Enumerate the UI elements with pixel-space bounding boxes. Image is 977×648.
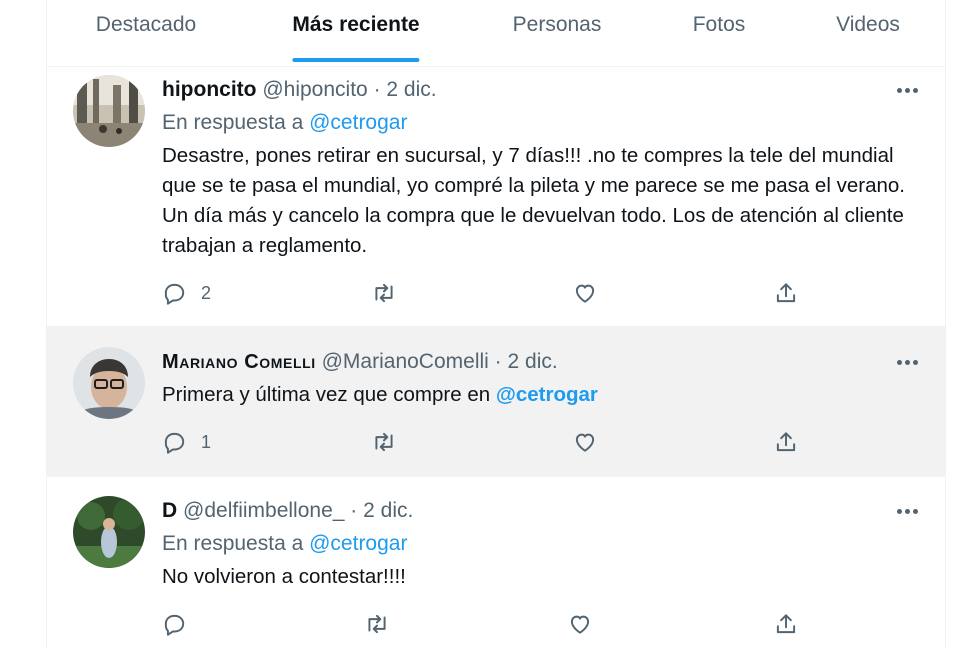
more-icon[interactable] xyxy=(893,501,921,521)
reply-button[interactable]: 2 xyxy=(161,273,211,313)
mention-link[interactable]: @cetrogar xyxy=(309,532,407,555)
reply-prefix: En respuesta a xyxy=(162,111,304,134)
search-tabs: Destacado Más reciente Personas Fotos Vi… xyxy=(47,0,945,67)
separator: · xyxy=(350,499,358,522)
tab-mas-reciente[interactable]: Más reciente xyxy=(292,0,420,66)
display-name[interactable]: hiponcito xyxy=(162,78,256,101)
tab-fotos[interactable]: Fotos xyxy=(693,0,746,66)
share-button[interactable] xyxy=(773,604,799,644)
tweet-header: D @delfiimbellone_ · 2 dic. xyxy=(162,498,413,524)
tab-label: Más reciente xyxy=(292,13,420,36)
timestamp[interactable]: 2 dic. xyxy=(386,78,436,101)
timestamp[interactable]: 2 dic. xyxy=(508,350,558,373)
reply-icon xyxy=(164,283,185,305)
reply-icon xyxy=(164,614,185,636)
reply-icon xyxy=(164,432,185,454)
retweet-button[interactable] xyxy=(371,273,397,313)
reply-count: 2 xyxy=(201,282,212,303)
like-icon xyxy=(575,284,595,303)
timeline-column: Destacado Más reciente Personas Fotos Vi… xyxy=(46,0,946,648)
tab-label: Fotos xyxy=(692,13,746,36)
retweet-icon xyxy=(368,614,386,634)
active-tab-indicator xyxy=(292,58,420,62)
more-icon[interactable] xyxy=(893,80,921,100)
tab-label: Personas xyxy=(512,13,602,36)
display-name[interactable]: D xyxy=(162,499,177,522)
reply-button[interactable] xyxy=(161,604,187,644)
tweet-text-prefix: Primera y última vez que compre en xyxy=(162,383,491,406)
like-icon xyxy=(575,433,595,452)
user-handle[interactable]: @MarianoComelli xyxy=(322,350,489,373)
reply-prefix: En respuesta a xyxy=(162,532,304,555)
user-handle[interactable]: @hiponcito xyxy=(262,78,367,101)
like-icon xyxy=(570,615,590,634)
tab-label: Destacado xyxy=(95,13,197,36)
like-button[interactable] xyxy=(572,273,598,313)
tab-label: Videos xyxy=(836,13,900,36)
like-button[interactable] xyxy=(572,422,598,462)
mention-link[interactable]: @cetrogar xyxy=(309,111,407,134)
separator: · xyxy=(373,78,381,101)
avatar[interactable] xyxy=(73,347,145,419)
tweet-actions: 2 xyxy=(149,273,909,313)
tweet-text: Desastre, pones retirar en sucursal, y 7… xyxy=(162,144,905,257)
share-button[interactable] xyxy=(773,422,799,462)
retweet-button[interactable] xyxy=(364,604,390,644)
retweet-icon xyxy=(375,432,393,452)
display-name[interactable]: Mariano Comelli xyxy=(162,351,316,373)
share-icon xyxy=(776,432,796,452)
reply-count: 1 xyxy=(201,431,212,452)
more-icon[interactable] xyxy=(893,352,921,372)
retweet-button[interactable] xyxy=(371,422,397,462)
share-icon xyxy=(776,283,796,303)
avatar[interactable] xyxy=(73,75,145,147)
avatar[interactable] xyxy=(73,496,145,568)
timestamp[interactable]: 2 dic. xyxy=(363,499,413,522)
tab-videos[interactable]: Videos xyxy=(836,0,900,66)
tweet-header: hiponcito @hiponcito · 2 dic. xyxy=(162,77,437,103)
retweet-icon xyxy=(375,283,393,303)
share-button[interactable] xyxy=(773,273,799,313)
tweet[interactable]: Mariano Comelli @MarianoComelli · 2 dic.… xyxy=(47,327,945,477)
tweet-text: No volvieron a contestar!!!! xyxy=(162,565,406,588)
separator: · xyxy=(494,350,502,373)
tweet[interactable]: D @delfiimbellone_ · 2 dic. En respuesta… xyxy=(47,477,945,648)
like-button[interactable] xyxy=(567,604,593,644)
share-icon xyxy=(776,614,796,634)
tweet-actions xyxy=(149,604,909,644)
tab-destacado[interactable]: Destacado xyxy=(96,0,196,66)
mention-link[interactable]: @cetrogar xyxy=(496,383,598,406)
reply-context: En respuesta a @cetrogar xyxy=(162,531,407,557)
user-handle[interactable]: @delfiimbellone_ xyxy=(183,499,344,522)
reply-context: En respuesta a @cetrogar xyxy=(162,110,407,136)
reply-button[interactable]: 1 xyxy=(161,422,211,462)
tweet[interactable]: hiponcito @hiponcito · 2 dic. En respues… xyxy=(47,67,945,327)
tweet-actions: 1 xyxy=(149,422,909,462)
tweet-header: Mariano Comelli @MarianoComelli · 2 dic. xyxy=(162,349,558,375)
tab-personas[interactable]: Personas xyxy=(513,0,602,66)
tweet-text: Primera y última vez que compre en @cetr… xyxy=(162,380,922,410)
